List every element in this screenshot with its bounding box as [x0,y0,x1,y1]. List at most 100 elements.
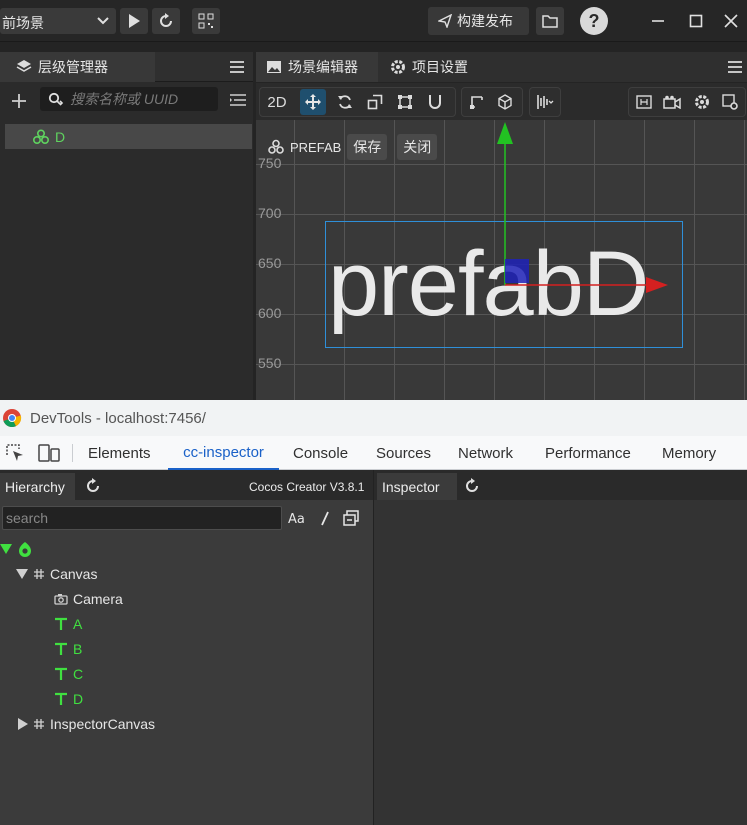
refresh-icon[interactable] [464,478,480,494]
cube-icon [498,94,512,110]
tree-node-label: C [73,666,84,682]
devtools-tab-bar: Elements cc-inspector Console Sources Ne… [0,436,747,470]
rect-tool-button[interactable] [392,89,418,115]
cc-search-input[interactable]: search [2,506,282,530]
tree-node-label: B [73,641,83,657]
tab-hierarchy-cc[interactable]: Hierarchy [0,473,75,500]
gizmo-settings-button[interactable] [717,89,743,115]
tree-node-camera[interactable]: Camera [54,588,123,610]
gizmo-center-handle [505,259,529,283]
frame-button[interactable] [631,89,657,115]
move-tool-button[interactable] [300,89,326,115]
cc-hierarchy-header: Hierarchy Cocos Creator V3.8.1 [0,470,373,500]
refresh-icon [160,13,172,27]
open-folder-button[interactable] [536,7,564,35]
triangle-right-icon [18,718,28,730]
maximize-icon [689,14,703,28]
scale-tool-button[interactable] [362,89,388,115]
qrcode-button[interactable] [192,8,220,34]
scale-icon [367,94,383,110]
tab-hierarchy[interactable]: 层级管理器 [0,52,155,82]
panel-menu-icon[interactable] [229,60,245,74]
tab-memory[interactable]: Memory [662,436,716,470]
tree-node-inspector-canvas[interactable]: InspectorCanvas [18,713,155,735]
rotate-icon [338,95,352,109]
tab-project-settings[interactable]: 项目设置 [380,52,490,82]
minimize-button[interactable] [649,12,667,30]
cc-inspector-header: Inspector [374,470,747,500]
local-space-button[interactable] [492,89,518,115]
close-window-button[interactable] [722,12,740,30]
refresh-button[interactable] [152,8,180,34]
tab-elements[interactable]: Elements [88,436,151,470]
gear-icon [695,95,709,109]
prefab-icon [33,128,49,144]
tab-console[interactable]: Console [293,436,348,470]
scene-viewport[interactable]: 750 700 650 600 550 PREFAB 保存 关闭 prefabD [256,120,747,400]
help-button[interactable]: ? [580,7,608,35]
device-toolbar-icon[interactable] [38,444,60,462]
tree-node-label-c[interactable]: C [54,663,83,685]
camera-button[interactable] [659,89,685,115]
devtools-title: DevTools - localhost:7456/ [30,409,206,427]
tree-node-label-b[interactable]: B [54,638,82,660]
toolbar-divider [72,444,73,462]
tree-node-label: Canvas [50,566,98,582]
hierarchy-search-input[interactable]: 搜索名称或 UUID [40,87,218,111]
tab-inspector-cc[interactable]: Inspector [377,473,457,500]
tab-network[interactable]: Network [458,436,513,470]
tree-node-label: InspectorCanvas [50,716,156,732]
snap-tool-button[interactable] [422,89,448,115]
regex-icon[interactable] [318,510,332,526]
cc-hierarchy-panel: Hierarchy Cocos Creator V3.8.1 search Aa… [0,470,373,825]
magnet-icon [429,95,441,109]
editor-top-bar: 前场景 构建发布 ? [0,0,747,42]
hierarchy-node-label: D [55,128,66,145]
tree-node-label-d[interactable]: D [54,688,83,710]
label-text-icon [55,642,67,655]
add-node-icon[interactable] [10,92,28,110]
move-gizmo[interactable] [256,120,747,400]
tree-root-node[interactable] [0,538,33,560]
tree-node-label-a[interactable]: A [54,613,82,635]
hierarchy-node-row[interactable]: D [5,124,252,149]
tab-cc-inspector[interactable]: cc-inspector [168,436,279,470]
gizmo-y-arrow [497,122,513,144]
scene-settings-button[interactable] [689,89,715,115]
align-button[interactable] [532,89,558,115]
pivot-button[interactable] [464,89,490,115]
panel-menu-icon[interactable] [727,60,743,74]
label-text-icon [55,692,67,705]
inspect-element-icon[interactable] [6,444,24,462]
tab-sources[interactable]: Sources [376,436,431,470]
gizmo-x-arrow [646,277,668,293]
publish-button[interactable]: 构建发布 [428,7,529,35]
match-case-icon[interactable]: Aa [288,510,306,526]
cc-inspector-panel: Inspector [373,470,747,825]
frame-icon [636,95,652,109]
scene-toolbar: 2D [256,83,747,120]
tree-node-canvas[interactable]: Canvas [16,563,97,585]
refresh-icon[interactable] [85,478,101,494]
triangle-down-icon [16,569,28,579]
rect-icon [398,95,412,109]
send-icon [438,14,452,28]
play-button[interactable] [120,8,148,34]
close-icon [724,14,738,28]
hierarchy-header: 层级管理器 [0,52,253,82]
svg-text:Aa: Aa [288,512,305,526]
scene-select-value: 前场景 [2,15,44,31]
tab-scene-editor[interactable]: 场景编辑器 [256,52,378,82]
label-text-icon [55,667,67,680]
tab-scene-editor-label: 场景编辑器 [288,59,358,75]
maximize-button[interactable] [687,12,705,30]
rotate-tool-button[interactable] [332,89,358,115]
copy-icon[interactable] [343,510,359,526]
hierarchy-search-placeholder: 搜索名称或 UUID [70,91,179,107]
collapse-all-icon[interactable] [229,92,247,108]
node-hash-icon [34,719,44,729]
folder-icon [542,15,558,28]
scene-select[interactable]: 前场景 [0,8,116,34]
tab-performance[interactable]: Performance [545,436,631,470]
mode-2d-button[interactable]: 2D [262,89,292,115]
